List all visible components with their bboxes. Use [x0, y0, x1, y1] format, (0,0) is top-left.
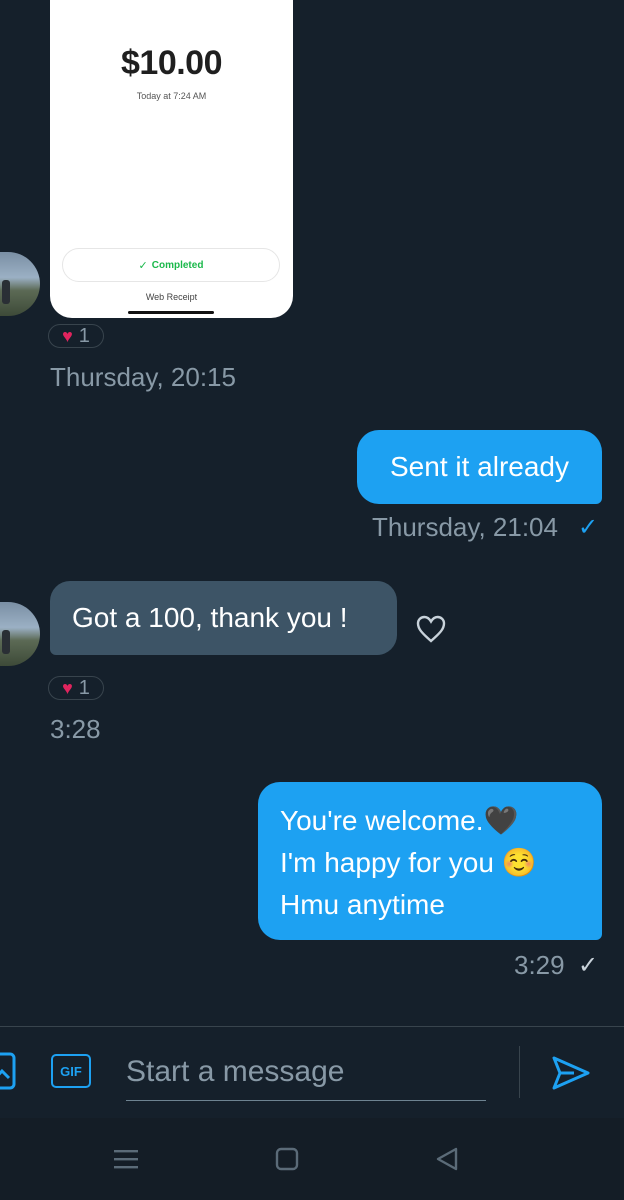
- reaction-count: 1: [78, 676, 90, 699]
- receipt-status: ✓ Completed: [62, 248, 280, 282]
- like-heart-icon[interactable]: [414, 612, 448, 646]
- outgoing-message-bubble[interactable]: Sent it already: [357, 430, 602, 504]
- check-icon: ✓: [578, 952, 599, 979]
- composer-divider: [519, 1046, 520, 1098]
- message-line: I'm happy for you ☺️: [280, 847, 537, 878]
- message-line: You're welcome.🖤: [280, 805, 519, 836]
- reaction-badge[interactable]: ♥ 1: [48, 324, 104, 348]
- reaction-count: 1: [78, 324, 90, 347]
- receipt-home-bar: [128, 311, 214, 314]
- heart-icon: ♥: [62, 326, 73, 346]
- avatar[interactable]: [0, 252, 40, 316]
- message-timestamp: 3:28: [50, 714, 101, 744]
- menu-icon[interactable]: [114, 1148, 138, 1170]
- system-navigation-bar: [0, 1118, 624, 1200]
- message-text: Sent it already: [390, 451, 569, 482]
- receipt-time: Today at 7:24 AM: [136, 91, 207, 101]
- back-icon[interactable]: [434, 1146, 460, 1172]
- outgoing-message-bubble[interactable]: You're welcome.🖤 I'm happy for you ☺️ Hm…: [258, 782, 602, 940]
- message-input[interactable]: Start a message: [126, 1044, 486, 1101]
- check-icon: ✓: [138, 259, 148, 272]
- message-line: Hmu anytime: [280, 889, 445, 920]
- web-receipt-link[interactable]: Web Receipt: [50, 292, 293, 302]
- gif-icon: GIF: [60, 1063, 82, 1079]
- receipt-amount: $10.00: [121, 44, 223, 82]
- check-icon: ✓: [578, 514, 599, 541]
- reaction-badge[interactable]: ♥ 1: [48, 676, 104, 700]
- image-icon[interactable]: [0, 1052, 16, 1090]
- message-text: Got a 100, thank you !: [72, 602, 348, 633]
- send-icon[interactable]: [550, 1054, 592, 1092]
- message-timestamp: Thursday, 20:15: [50, 362, 236, 392]
- gif-button[interactable]: GIF: [51, 1054, 91, 1088]
- incoming-message-bubble[interactable]: Got a 100, thank you !: [50, 581, 397, 655]
- message-input-placeholder: Start a message: [126, 1055, 345, 1088]
- receipt-status-label: Completed: [151, 259, 204, 271]
- heart-icon: ♥: [62, 678, 73, 698]
- message-timestamp: Thursday, 21:04: [372, 512, 558, 542]
- avatar[interactable]: [0, 602, 40, 666]
- payment-receipt-image[interactable]: $10.00 Today at 7:24 AM ✓ Completed Web …: [50, 0, 293, 318]
- message-timestamp: 3:29: [514, 950, 565, 980]
- home-icon[interactable]: [275, 1147, 299, 1171]
